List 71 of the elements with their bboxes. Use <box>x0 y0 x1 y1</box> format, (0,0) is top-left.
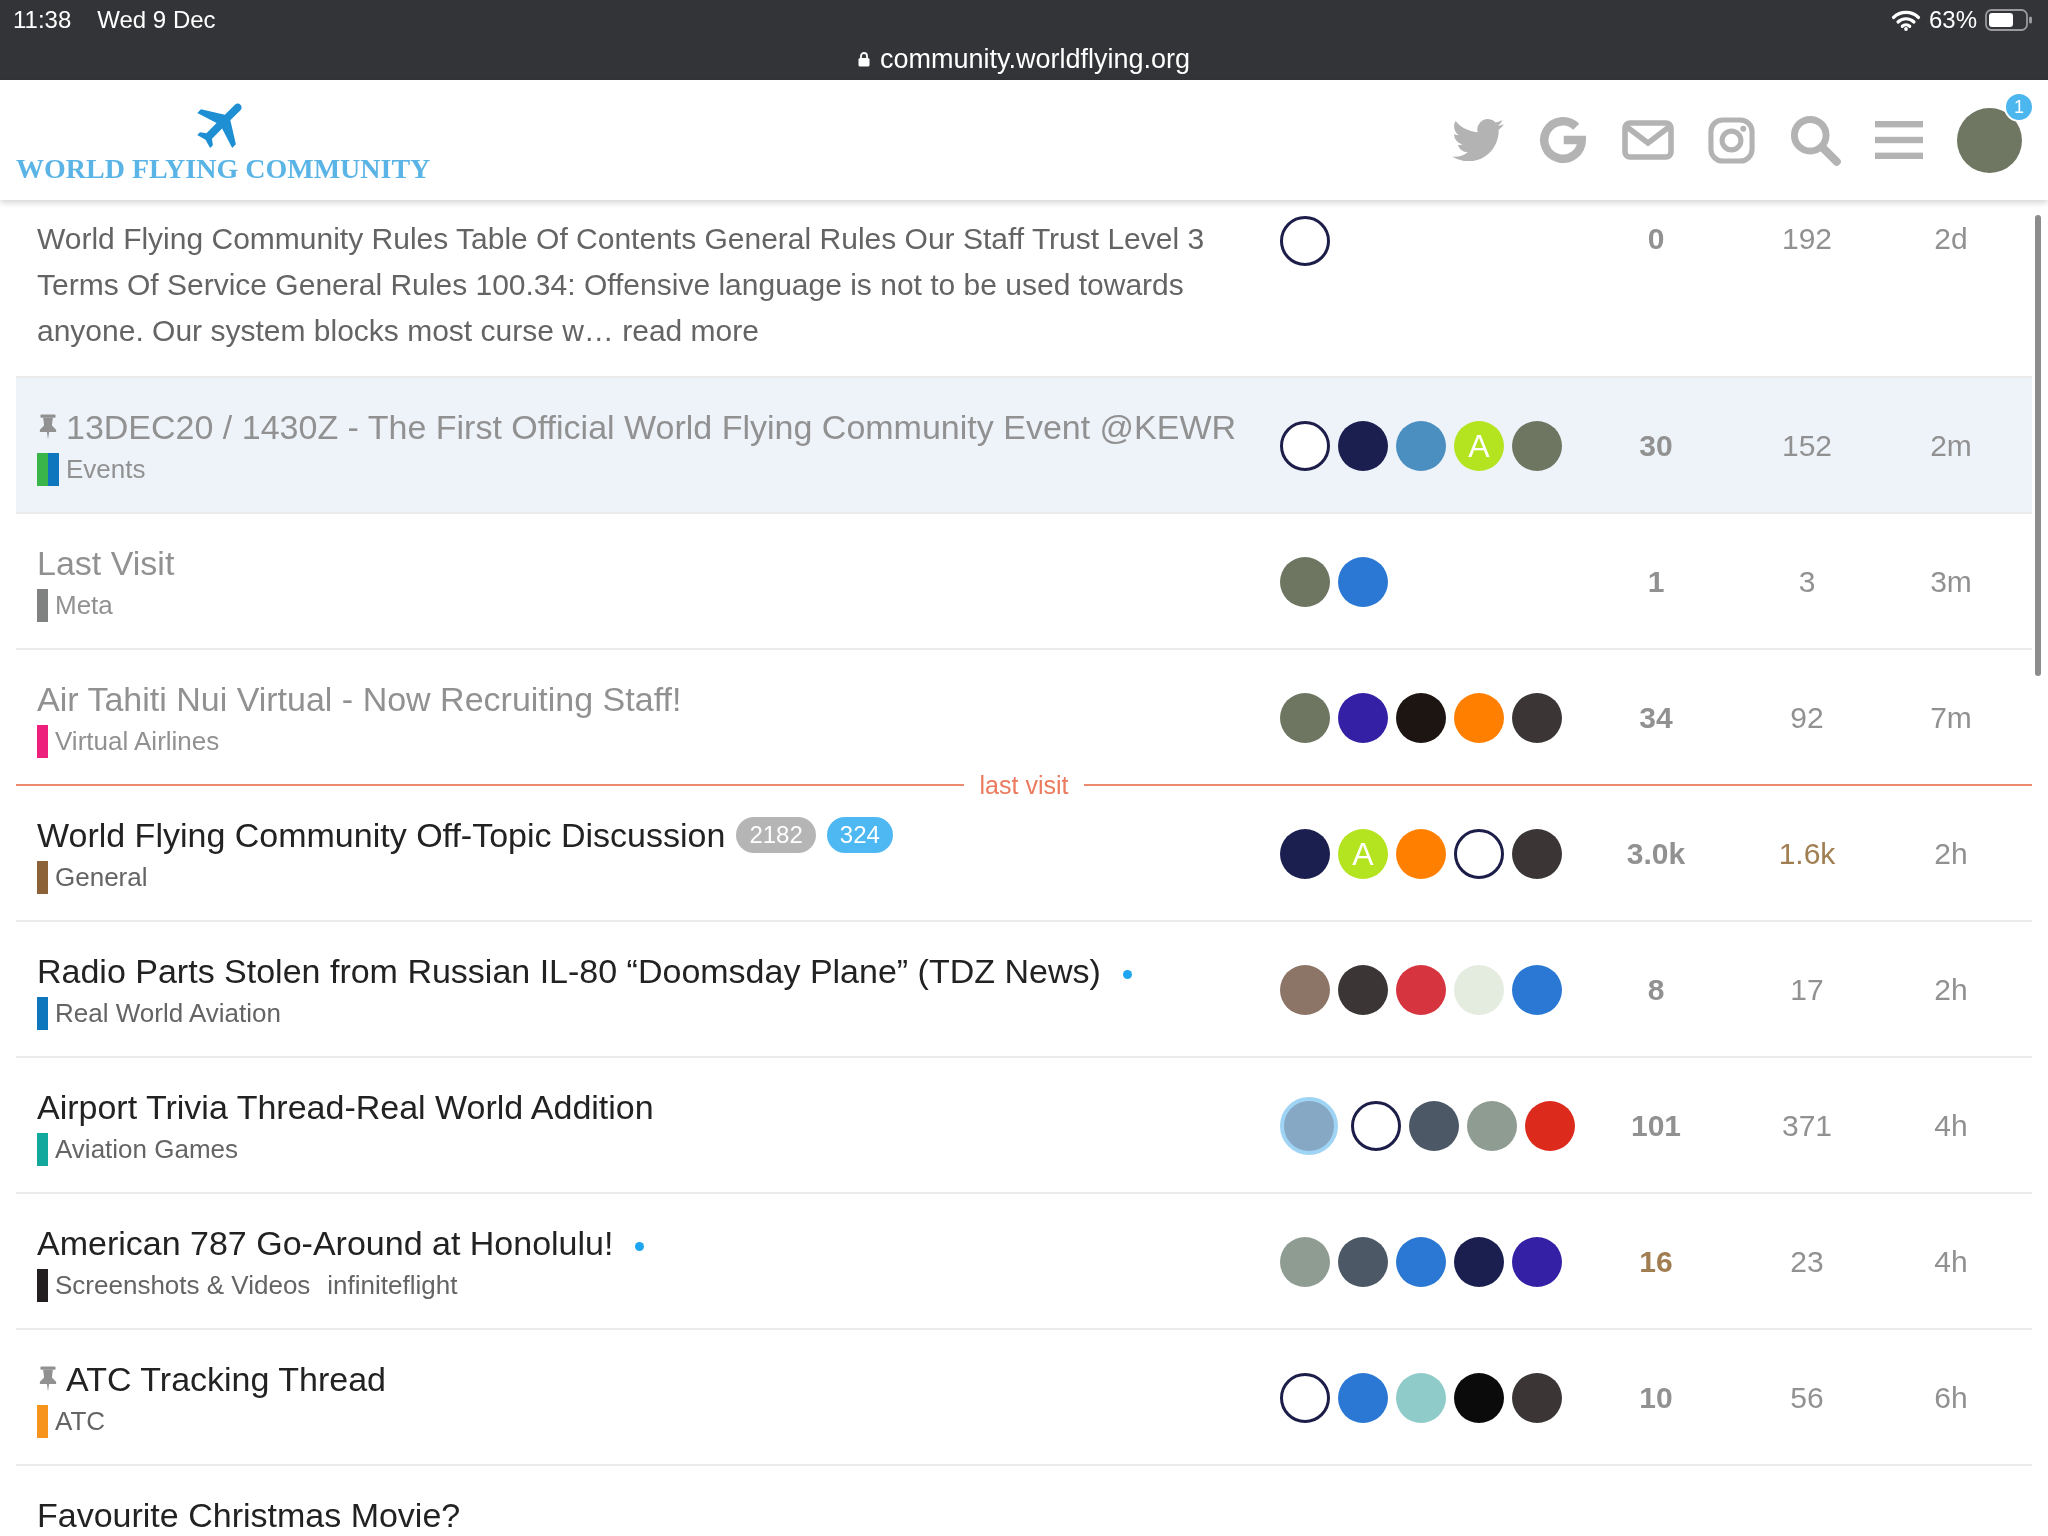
activity-time: 4h <box>1934 1108 1968 1144</box>
topic-title-link[interactable]: Favourite Christmas Movie? <box>37 1494 461 1536</box>
read-more-link[interactable]: read more <box>622 314 759 347</box>
activity-time: 2h <box>1934 836 1968 872</box>
replies-count: 3.0k <box>1626 836 1686 872</box>
avatar-icon[interactable] <box>1280 216 1330 266</box>
avatar-icon[interactable] <box>1454 1373 1504 1423</box>
views-count: 152 <box>1781 428 1833 464</box>
address-url[interactable]: community.worldflying.org <box>879 42 1191 75</box>
replies-count: 34 <box>1639 700 1673 736</box>
replies-count: 16 <box>1639 1244 1673 1280</box>
topic-title-link[interactable]: ATC Tracking Thread <box>66 1358 386 1400</box>
avatar-icon[interactable] <box>1338 965 1388 1015</box>
views-count: 371 <box>1781 1108 1833 1144</box>
topic-title-link[interactable]: Last Visit <box>37 542 175 584</box>
topic-title-link[interactable]: World Flying Community Off-Topic Discussion <box>37 814 726 856</box>
avatar-icon[interactable] <box>1454 1237 1504 1287</box>
views-count: 17 <box>1790 972 1824 1008</box>
topic-title-link[interactable]: Radio Parts Stolen from Russian IL-80 “Doomsday Plane” (TDZ News) <box>37 950 1101 992</box>
category-link[interactable]: ATC <box>55 1405 106 1438</box>
avatar-icon[interactable] <box>1512 829 1562 879</box>
category-link[interactable]: Meta <box>55 589 113 622</box>
activity-time: 2h <box>1934 972 1968 1008</box>
replies-count: 30 <box>1639 428 1673 464</box>
replies-count: 10 <box>1639 1380 1673 1416</box>
views-count: 1.6k <box>1778 836 1836 872</box>
views-count: 23 <box>1790 1244 1824 1280</box>
avatar-icon[interactable] <box>1396 693 1446 743</box>
avatar-icon[interactable] <box>1338 1237 1388 1287</box>
avatar-icon[interactable] <box>1280 421 1330 471</box>
category-link[interactable]: General <box>55 861 148 894</box>
views-count: 92 <box>1790 700 1824 736</box>
activity-time: 7m <box>1930 700 1972 736</box>
replies-count: 101 <box>1630 1108 1682 1144</box>
activity-time: 3m <box>1930 564 1972 600</box>
avatar-icon[interactable] <box>1454 829 1504 879</box>
avatar-icon[interactable] <box>1280 1373 1330 1423</box>
category-link[interactable]: Real World Aviation <box>55 997 281 1030</box>
avatar-icon[interactable] <box>1409 1101 1459 1151</box>
replies-count: 1 <box>1647 564 1665 600</box>
avatar-icon[interactable] <box>1512 693 1562 743</box>
avatar-icon[interactable] <box>1512 1237 1562 1287</box>
scrollbar-thumb[interactable] <box>2035 215 2041 676</box>
avatar-icon[interactable] <box>1351 1101 1401 1151</box>
status-date: Wed 9 Dec <box>97 5 216 34</box>
wifi-icon <box>1890 8 1921 31</box>
category-link[interactable]: Virtual Airlines <box>55 725 220 758</box>
topic-title-link[interactable]: Air Tahiti Nui Virtual - Now Recruiting Staff! <box>37 678 682 720</box>
replies-count: 0 <box>1647 221 1665 257</box>
lock-icon <box>857 50 870 67</box>
avatar-icon[interactable] <box>1338 421 1388 471</box>
avatar-icon[interactable] <box>1280 829 1330 879</box>
topic-title-link[interactable]: American 787 Go-Around at Honolulu! <box>37 1222 614 1264</box>
battery-percent: 63% <box>1928 5 1977 34</box>
activity-time: 4h <box>1934 1244 1968 1280</box>
category-link[interactable]: Screenshots & Videos <box>55 1269 311 1302</box>
views-count: 56 <box>1790 1380 1824 1416</box>
activity-time: 2m <box>1930 428 1972 464</box>
views-count: 3 <box>1798 564 1816 600</box>
activity-time: 2d <box>1934 221 1968 257</box>
topic-excerpt: World Flying Community Rules Table Of Contents General Rules Our Staff Trust Level 3 Terms Of Service General Rules 100.34: Offensive language is not to be used towards anyone. Our system blocks most curse w… read more <box>37 221 1206 349</box>
status-time: 11:38 <box>13 5 72 34</box>
replies-count: 8 <box>1647 972 1665 1008</box>
battery-icon <box>1985 8 2033 31</box>
avatar-icon[interactable] <box>1512 1373 1562 1423</box>
category-link[interactable]: Aviation Games <box>55 1133 239 1166</box>
activity-time: 6h <box>1934 1380 1968 1416</box>
avatar-icon[interactable] <box>1338 693 1388 743</box>
topic-title-link[interactable]: Airport Trivia Thread-Real World Addition <box>37 1086 654 1128</box>
views-count: 192 <box>1781 221 1833 257</box>
tag-link[interactable]: infiniteflight <box>327 1269 458 1302</box>
